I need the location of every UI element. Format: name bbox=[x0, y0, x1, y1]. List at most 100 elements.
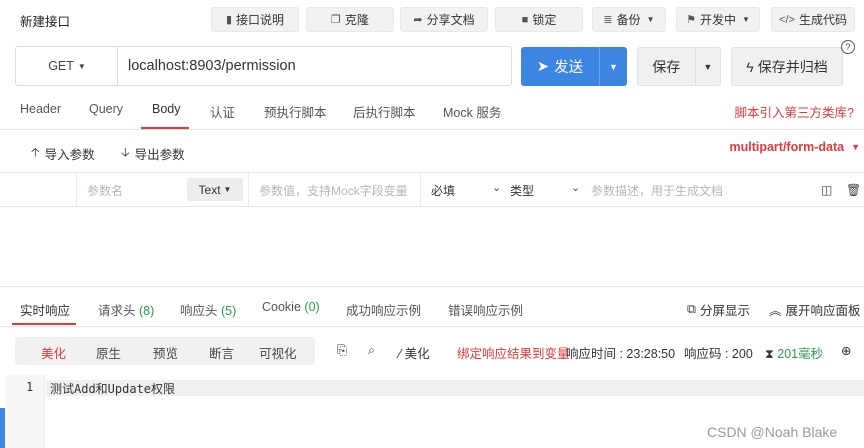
expand-panel-button[interactable]: ︽ 展开响应面板 bbox=[769, 300, 861, 319]
view-mode-segment: 美化 原生 预览 断言 可视化 bbox=[15, 337, 315, 365]
param-description-input[interactable]: 参数描述，用于生成文档 bbox=[591, 182, 723, 199]
arrow-down-icon: 🡣 bbox=[121, 145, 130, 159]
send-button-group: ➤ 发送 ▼ bbox=[521, 47, 627, 86]
view-beautify[interactable]: 美化 bbox=[41, 343, 66, 362]
side-marker bbox=[0, 408, 5, 448]
tab-query[interactable]: Query bbox=[89, 102, 123, 116]
caret-down-icon: ▼ bbox=[646, 15, 655, 24]
tab-header[interactable]: Header bbox=[20, 102, 61, 116]
cube-icon[interactable]: ◫ bbox=[821, 183, 832, 197]
tab-success-example[interactable]: 成功响应示例 bbox=[346, 300, 421, 319]
param-value-input[interactable]: 参数值，支持Mock字段变量 bbox=[259, 182, 408, 199]
cookie-count: (0) bbox=[304, 300, 320, 314]
tab-body[interactable]: Body bbox=[152, 102, 181, 116]
copy-icon[interactable]: ⎘ bbox=[337, 343, 347, 358]
lock-button[interactable]: ■ 锁定 bbox=[495, 7, 583, 32]
chevron-down-icon: ⌄ bbox=[571, 182, 581, 194]
expand-panel-label: 展开响应面板 bbox=[785, 304, 861, 318]
tab-response-headers-label: 响应头 bbox=[180, 304, 218, 318]
split-view-label: 分屏显示 bbox=[699, 304, 750, 318]
share-doc-button[interactable]: ➦ 分享文档 bbox=[400, 7, 488, 32]
tab-cookie-label: Cookie bbox=[262, 300, 301, 314]
clone-button[interactable]: ❐ 克隆 bbox=[306, 7, 394, 32]
content-type-dropdown[interactable]: multipart/form-data ▼ bbox=[729, 140, 860, 154]
watermark: CSDN @Noah Blake bbox=[707, 424, 838, 440]
clone-label: 克隆 bbox=[344, 13, 369, 27]
method-select[interactable]: GET ▼ bbox=[15, 46, 118, 86]
active-tab-indicator bbox=[141, 127, 189, 129]
caret-down-icon: ▼ bbox=[851, 142, 860, 152]
tab-post-script[interactable]: 后执行脚本 bbox=[353, 102, 416, 121]
method-value: GET bbox=[48, 59, 74, 73]
view-assert[interactable]: 断言 bbox=[209, 343, 234, 362]
trash-icon[interactable]: 🗑︎ bbox=[846, 183, 861, 197]
flag-icon: ⚑ bbox=[686, 14, 696, 26]
param-name-input[interactable]: 参数名 bbox=[87, 182, 123, 199]
view-preview[interactable]: 预览 bbox=[153, 343, 178, 362]
search-icon[interactable]: ⌕ bbox=[368, 343, 375, 358]
import-params-label: 导入参数 bbox=[44, 148, 95, 162]
hourglass-icon: ⧗ bbox=[765, 347, 774, 361]
import-params-button[interactable]: 🡡 导入参数 bbox=[31, 143, 95, 164]
backup-dropdown[interactable]: ≣ 备份 ▼ bbox=[592, 7, 666, 32]
tab-mock-service[interactable]: Mock 服务 bbox=[443, 102, 501, 121]
database-icon: ≣ bbox=[603, 14, 613, 26]
help-icon[interactable]: ? bbox=[841, 40, 855, 54]
param-type-select[interactable]: Text ▼ bbox=[187, 178, 243, 201]
beautify-button[interactable]: ⁄ 美化 bbox=[399, 343, 430, 362]
param-row: 参数名 Text ▼ 参数值，支持Mock字段变量 必填 ⌄ 类型 ⌄ 参数描述… bbox=[0, 173, 864, 207]
third-party-library-link[interactable]: 脚本引入第三方类库? bbox=[735, 102, 854, 121]
tab-auth[interactable]: 认证 bbox=[210, 102, 235, 121]
double-chevron-up-icon: ︽ bbox=[769, 304, 782, 318]
active-tab-indicator bbox=[12, 323, 76, 325]
tab-cookie[interactable]: Cookie (0) bbox=[262, 300, 320, 314]
tab-request-headers[interactable]: 请求头 (8) bbox=[98, 300, 154, 319]
export-params-label: 导出参数 bbox=[134, 148, 185, 162]
generate-code-button[interactable]: </> 生成代码 bbox=[771, 7, 855, 32]
backup-label: 备份 bbox=[616, 13, 641, 27]
split-screen-icon: ⧉ bbox=[687, 302, 696, 316]
content-type-value: multipart/form-data bbox=[729, 140, 845, 154]
code-line: 测试Add和Update权限 bbox=[46, 380, 864, 396]
tab-live-response[interactable]: 实时响应 bbox=[20, 300, 70, 319]
view-visualize[interactable]: 可视化 bbox=[259, 343, 297, 362]
save-button[interactable]: 保存 bbox=[638, 48, 695, 85]
tab-response-headers[interactable]: 响应头 (5) bbox=[180, 300, 236, 319]
response-time: 响应时间 : 23:28:50 bbox=[566, 347, 676, 361]
request-headers-count: (8) bbox=[139, 304, 155, 318]
dev-status-label: 开发中 bbox=[699, 13, 736, 27]
bind-response-variable-link[interactable]: 绑定响应结果到变量 bbox=[457, 343, 570, 362]
save-and-archive-button[interactable]: ϟ 保存并归档 bbox=[731, 47, 843, 86]
caret-down-icon: ▼ bbox=[609, 61, 618, 72]
response-headers-count: (5) bbox=[221, 304, 237, 318]
top-toolbar: 新建接口 ▮ 接口说明 ❐ 克隆 ➦ 分享文档 ■ 锁定 ≣ 备份 ▼ ⚑ 开发… bbox=[0, 0, 864, 40]
line-gutter bbox=[5, 375, 45, 448]
response-tabs: 实时响应 请求头 (8) 响应头 (5) Cookie (0) 成功响应示例 错… bbox=[0, 287, 864, 327]
save-options-dropdown[interactable]: ▼ bbox=[694, 48, 720, 85]
dev-status-dropdown[interactable]: ⚑ 开发中 ▼ bbox=[676, 7, 760, 32]
split-view-button[interactable]: ⧉ 分屏显示 bbox=[687, 300, 750, 319]
export-params-button[interactable]: 🡣 导出参数 bbox=[121, 143, 185, 164]
tab-error-example[interactable]: 错误响应示例 bbox=[448, 300, 523, 319]
send-icon: ➤ bbox=[536, 58, 550, 75]
param-type-label-select[interactable]: 类型 bbox=[510, 182, 534, 199]
url-input[interactable]: localhost:8903/permission bbox=[117, 46, 512, 86]
duration-value: 201毫秒 bbox=[777, 347, 824, 361]
clone-icon: ❐ bbox=[331, 14, 341, 26]
tab-live-response-label: 实时响应 bbox=[20, 304, 71, 318]
view-raw[interactable]: 原生 bbox=[96, 343, 121, 362]
response-duration: ⧗ 201毫秒 bbox=[765, 343, 823, 362]
api-doc-button[interactable]: ▮ 接口说明 bbox=[211, 7, 299, 32]
tab-pre-script[interactable]: 预执行脚本 bbox=[264, 102, 327, 121]
bolt-icon: ϟ bbox=[746, 58, 754, 75]
caret-down-icon: ▼ bbox=[703, 61, 713, 72]
send-options-dropdown[interactable]: ▼ bbox=[599, 47, 627, 86]
download-icon[interactable]: ⊕ bbox=[841, 343, 851, 358]
param-required-select[interactable]: 必填 bbox=[431, 182, 455, 199]
response-code: 响应码 : 200 bbox=[684, 347, 753, 361]
send-button[interactable]: ➤ 发送 bbox=[521, 47, 599, 86]
code-icon: </> bbox=[779, 13, 795, 26]
generate-code-label: 生成代码 bbox=[798, 13, 847, 27]
beautify-label: 美化 bbox=[404, 347, 430, 361]
save-archive-label: 保存并归档 bbox=[757, 58, 828, 75]
